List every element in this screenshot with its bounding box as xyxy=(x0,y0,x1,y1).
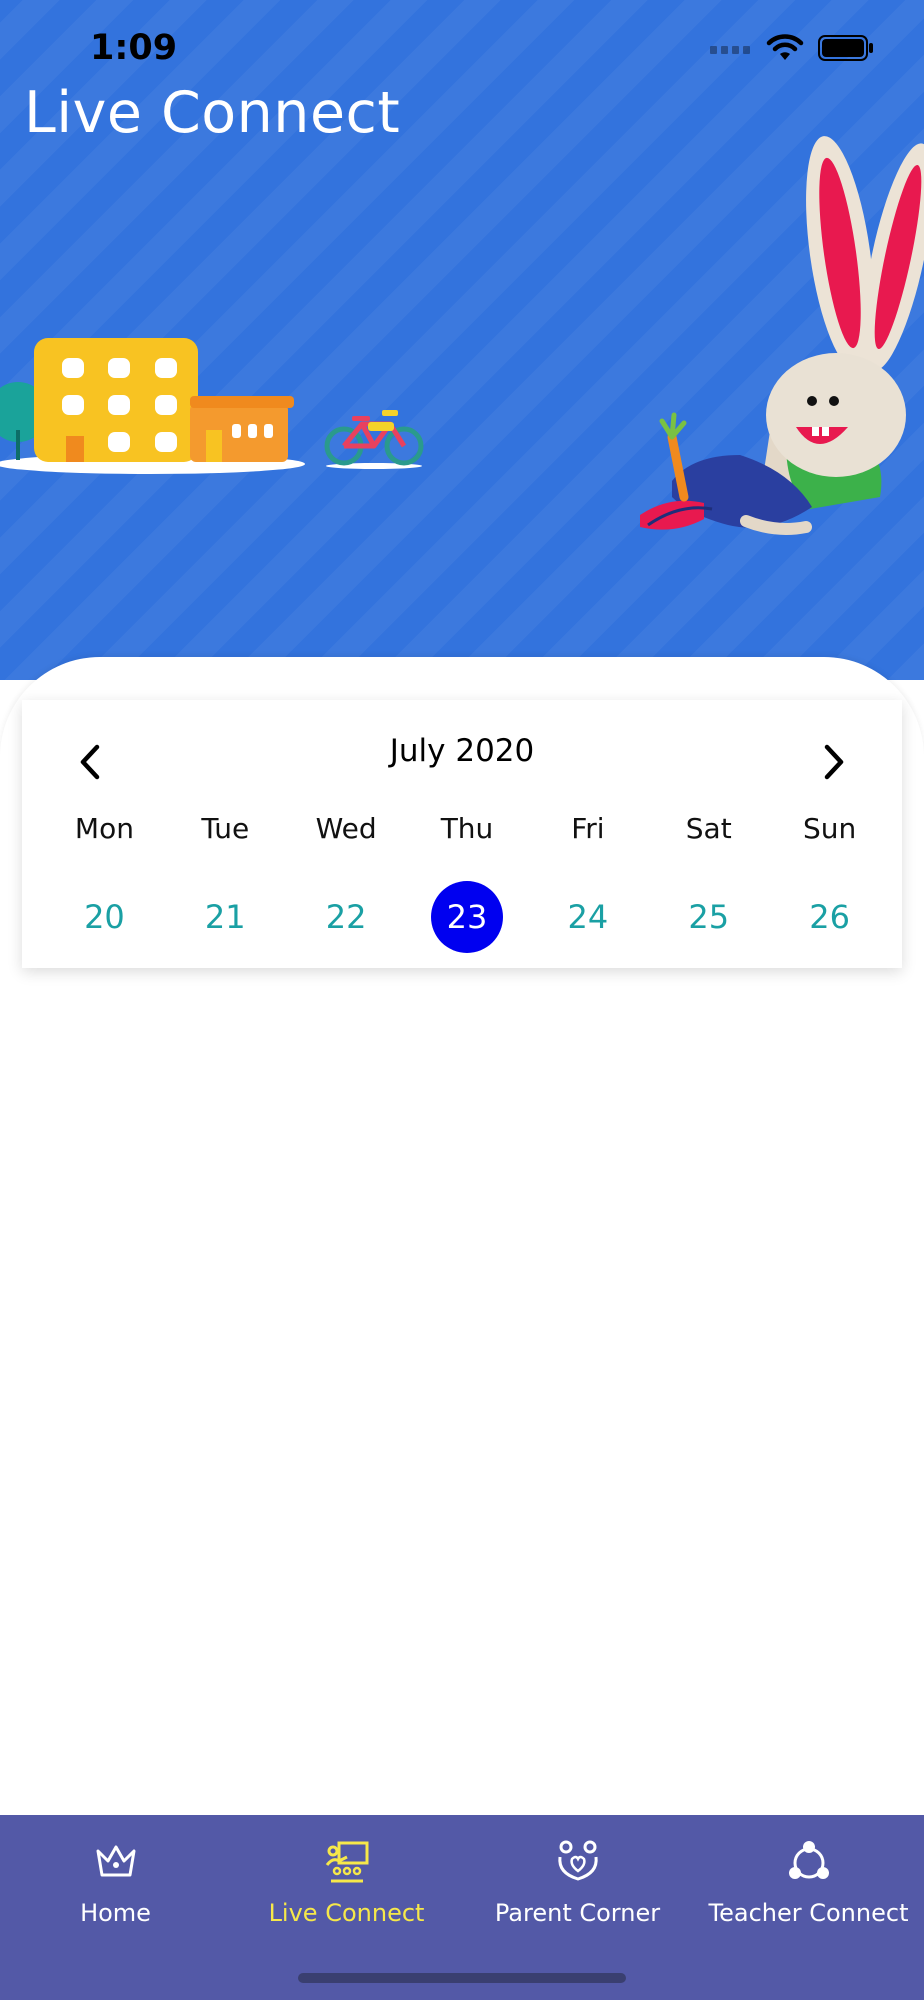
weekday-label: Tue xyxy=(201,812,250,845)
tab-label: Live Connect xyxy=(268,1899,425,1927)
tab-label: Parent Corner xyxy=(494,1899,661,1927)
day-number: 26 xyxy=(809,898,850,936)
day-cell[interactable]: 24 xyxy=(527,880,648,954)
day-cell[interactable]: 20 xyxy=(44,880,165,954)
day-cell[interactable]: 21 xyxy=(165,880,286,954)
weekday-header-row: Mon Tue Wed Thu Fri Sat Sun xyxy=(44,812,890,845)
day-number: 22 xyxy=(325,898,367,936)
weekday-label: Fri xyxy=(571,812,605,845)
status-time: 1:09 xyxy=(90,28,178,68)
day-cell[interactable]: 25 xyxy=(648,880,769,954)
week-calendar: July 2020 Mon Tue Wed Thu Fri Sat Sun 20… xyxy=(22,700,902,968)
tab-label: Teacher Connect xyxy=(708,1899,909,1927)
battery-icon xyxy=(818,35,873,61)
wifi-icon xyxy=(766,34,804,60)
day-cell[interactable]: 22 xyxy=(286,880,407,954)
day-number: 25 xyxy=(688,898,730,936)
day-cell[interactable]: 26 xyxy=(769,880,890,954)
month-label: July 2020 xyxy=(389,733,535,769)
bicycle-illustration xyxy=(324,410,424,469)
next-week-button[interactable] xyxy=(812,740,856,784)
weekday-label: Wed xyxy=(315,812,377,845)
network-icon xyxy=(788,1841,829,1879)
tab-teacher-connect[interactable]: Teacher Connect xyxy=(693,1815,924,2000)
chevron-right-icon xyxy=(824,744,844,780)
day-number: 24 xyxy=(567,898,609,936)
classroom-icon xyxy=(325,1841,368,1883)
cellular-signal-icon xyxy=(710,46,750,54)
crown-icon xyxy=(96,1845,135,1877)
school-building-illustration xyxy=(0,338,305,474)
day-number: 21 xyxy=(204,898,246,936)
bunny-mascot-illustration xyxy=(640,136,924,535)
day-number: 23 xyxy=(431,881,503,953)
home-indicator xyxy=(298,1973,626,1983)
header-banner: 1:09 Live Connect xyxy=(0,0,924,680)
tab-label: Home xyxy=(80,1899,151,1927)
weekday-label: Sat xyxy=(685,812,732,845)
weekday-label: Mon xyxy=(74,812,134,845)
weekday-label: Sun xyxy=(802,812,857,845)
day-number: 20 xyxy=(84,898,125,936)
weekday-label: Thu xyxy=(440,812,494,845)
page-title: Live Connect xyxy=(24,80,401,146)
family-icon xyxy=(557,1840,598,1881)
tab-home[interactable]: Home xyxy=(0,1815,231,2000)
day-cell-selected[interactable]: 23 xyxy=(407,880,528,954)
status-icons xyxy=(710,34,874,62)
day-row: 20 21 22 23 24 25 26 xyxy=(44,880,890,954)
